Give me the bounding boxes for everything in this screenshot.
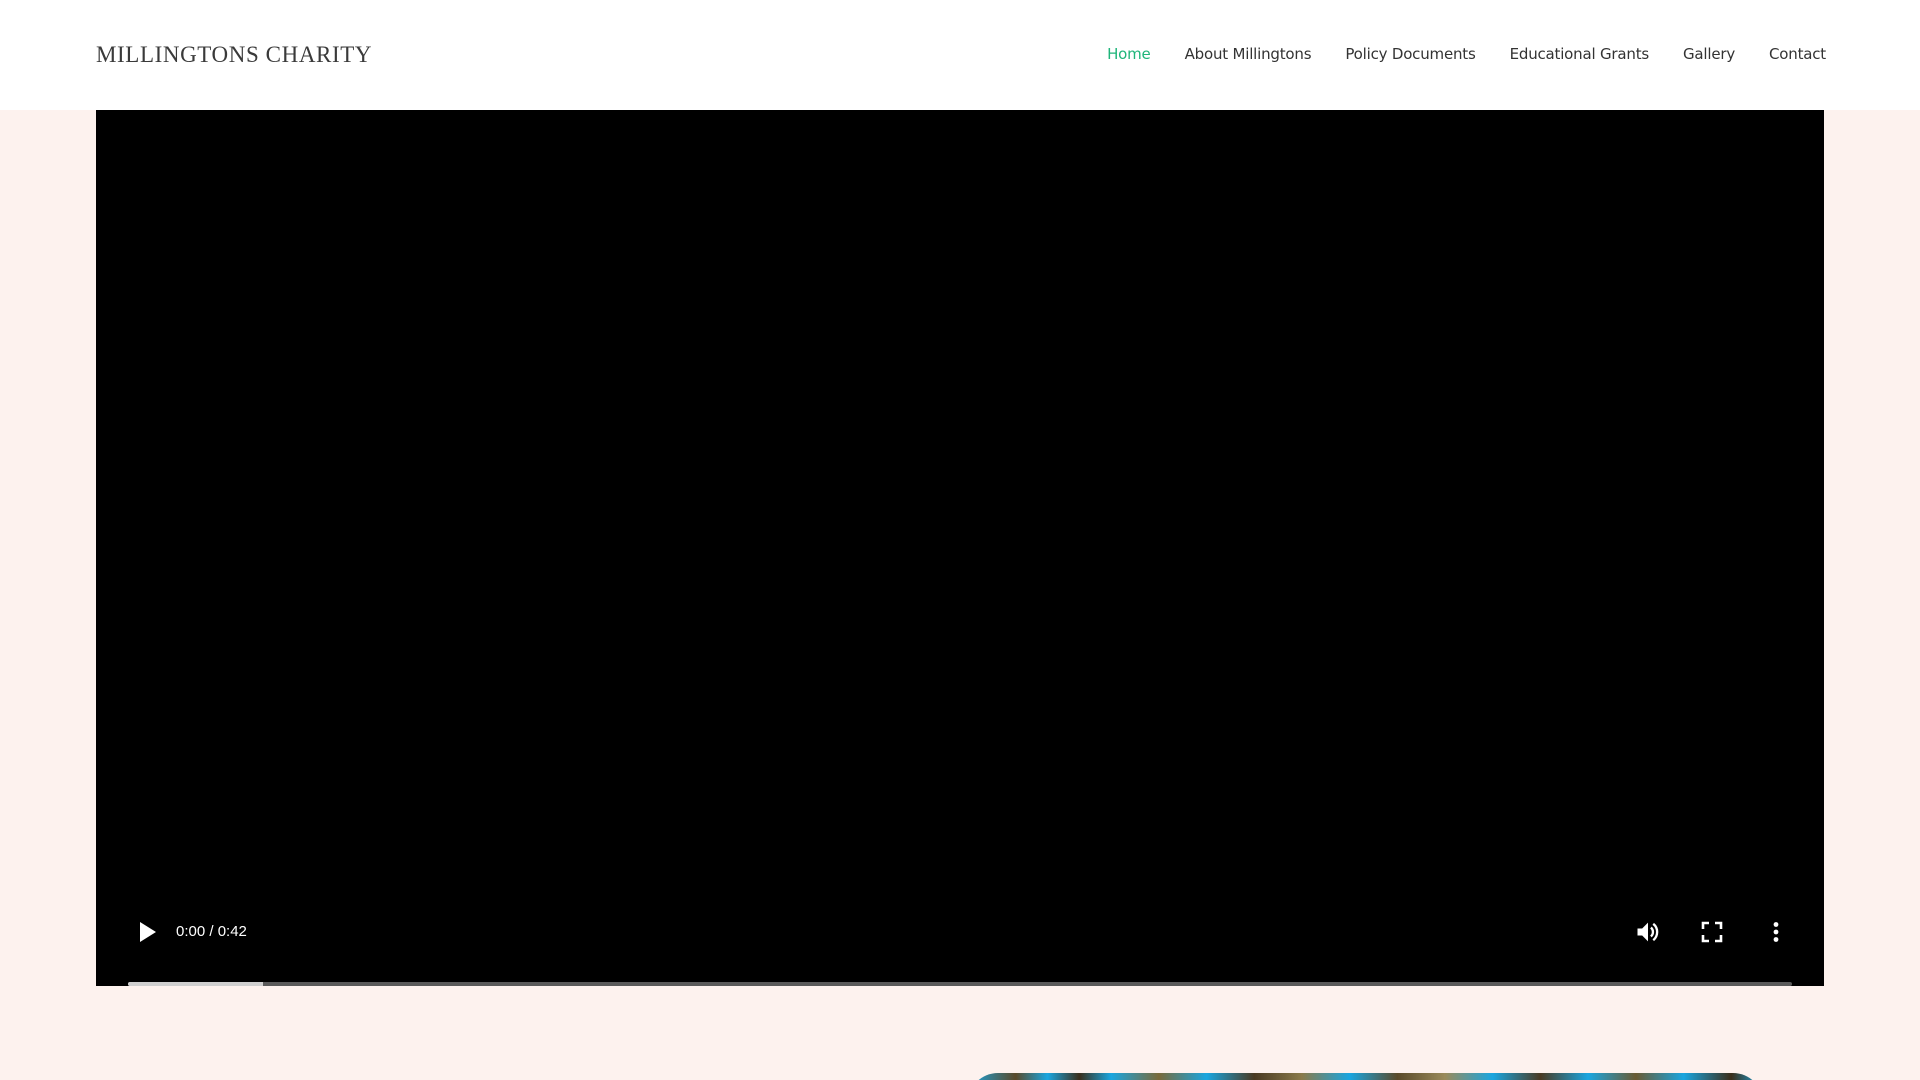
video-time-display: 0:00 / 0:42 — [176, 923, 247, 940]
video-player[interactable]: 0:00 / 0:42 — [96, 110, 1824, 986]
nav-item-policy-documents[interactable]: Policy Documents — [1345, 42, 1475, 66]
play-icon — [140, 922, 156, 942]
gallery-image-preview — [968, 1073, 1763, 1080]
video-buffered-bar — [128, 982, 263, 986]
play-button[interactable] — [132, 916, 164, 948]
volume-button[interactable] — [1630, 914, 1666, 950]
video-progress-bar[interactable] — [128, 982, 1792, 986]
fullscreen-icon — [1701, 921, 1723, 943]
video-controls: 0:00 / 0:42 — [96, 896, 1824, 986]
site-logo[interactable]: MILLINGTONS CHARITY — [96, 40, 372, 70]
fullscreen-button[interactable] — [1694, 914, 1730, 950]
main-nav: Home About Millingtons Policy Documents … — [1107, 42, 1826, 66]
nav-item-gallery[interactable]: Gallery — [1683, 42, 1735, 66]
nav-item-educational-grants[interactable]: Educational Grants — [1510, 42, 1650, 66]
nav-item-home[interactable]: Home — [1107, 42, 1151, 66]
volume-icon — [1637, 922, 1659, 942]
nav-item-contact[interactable]: Contact — [1769, 42, 1826, 66]
nav-item-about-millingtons[interactable]: About Millingtons — [1185, 42, 1312, 66]
more-options-icon — [1773, 922, 1779, 942]
more-options-button[interactable] — [1758, 914, 1794, 950]
site-header: MILLINGTONS CHARITY Home About Millingto… — [0, 0, 1920, 110]
